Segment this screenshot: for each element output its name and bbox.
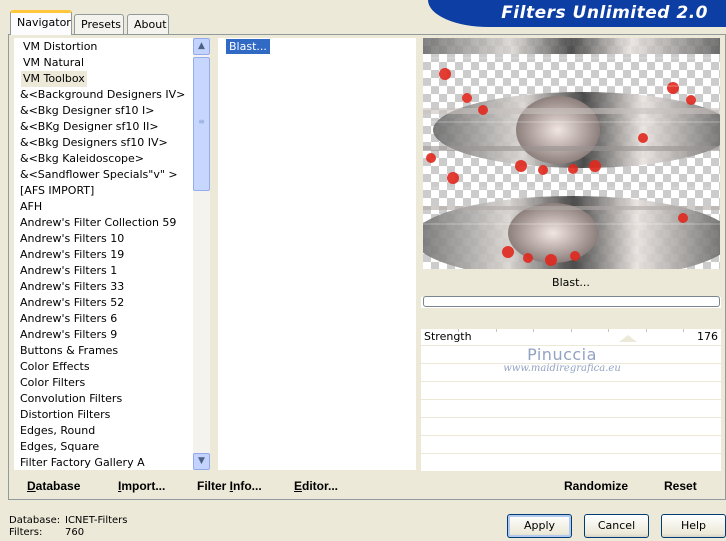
list-item[interactable]: Andrew's Filters 6 [18, 311, 119, 327]
slider-empty [421, 401, 721, 418]
slider-tick [496, 329, 497, 332]
list-item[interactable]: Andrew's Filters 9 [18, 327, 119, 343]
list-item[interactable]: &<Bkg Kaleidoscope> [18, 151, 146, 167]
editor-button[interactable]: Editor... [294, 479, 338, 493]
preview-image [423, 38, 720, 269]
status-database: Database: ICNET-Filters [9, 515, 128, 527]
scroll-up-button[interactable]: ▲ [193, 38, 210, 55]
list-item[interactable]: Buttons & Frames [18, 343, 120, 359]
slider-strength[interactable]: Strength 176 [421, 329, 721, 346]
scroll-thumb[interactable]: ≡ [193, 57, 210, 191]
list-item[interactable]: Filter Factory Gallery A [18, 455, 147, 470]
list-item[interactable]: &<Sandflower Specials"v" > [18, 167, 180, 183]
list-item[interactable]: Edges, Round [18, 423, 97, 439]
status-filters: Filters: 760 [9, 527, 84, 539]
category-list[interactable]: VM Distortion VM Natural VM Toolbox &<Backg… [14, 38, 210, 470]
watermark: Pinuccia www.maidiregrafica.eu [497, 345, 627, 374]
list-item[interactable]: &<BKg Designer sf10 II> [18, 119, 161, 135]
list-item[interactable]: Andrew's Filter Collection 59 [18, 215, 178, 231]
tab-label: Presets [81, 18, 122, 31]
list-item[interactable]: [AFS IMPORT] [18, 183, 96, 199]
tab-label: Navigator [17, 16, 71, 29]
progress-bar [423, 296, 720, 307]
editor-button-mnemonic: E [294, 479, 303, 493]
slider-tick [571, 329, 572, 332]
editor-button-label: ditor... [302, 479, 339, 493]
randomize-button[interactable]: Randomize [564, 479, 628, 493]
slider-empty [421, 437, 721, 454]
filter-info-button[interactable]: Filter Info... [197, 479, 262, 493]
slider-value: 176 [697, 330, 718, 343]
watermark-url: www.maidiregrafica.eu [503, 363, 621, 374]
database-button-label: atabase [35, 479, 81, 493]
status-database-label: Database: [9, 515, 61, 526]
slider-label: Strength [424, 330, 472, 343]
import-button[interactable]: Import... [118, 479, 165, 493]
list-item[interactable]: &<Background Designers IV> [18, 87, 187, 103]
status-database-value: ICNET-Filters [65, 515, 128, 526]
list-item[interactable]: Andrew's Filters 10 [18, 231, 126, 247]
slider-tick [533, 329, 534, 332]
list-item[interactable]: &<Bkg Designer sf10 I> [18, 103, 157, 119]
scroll-down-button[interactable]: ▼ [193, 453, 210, 470]
apply-button[interactable]: Apply [507, 514, 572, 538]
preview-artwork [423, 38, 720, 269]
filter-list[interactable]: Blast... [218, 38, 416, 470]
app-title: Filters Unlimited 2.0 [501, 3, 708, 23]
list-item[interactable]: AFH [18, 199, 44, 215]
database-button[interactable]: Database [27, 479, 80, 493]
status-filters-value: 760 [65, 527, 85, 538]
tab-about[interactable]: About [127, 14, 169, 34]
slider-tick [608, 329, 609, 332]
slider-empty [421, 455, 721, 472]
cancel-button[interactable]: Cancel [584, 514, 649, 538]
import-button-label: mport... [121, 479, 166, 493]
filter-info-button-label: nfo... [233, 479, 262, 493]
watermark-name: Pinuccia [527, 345, 597, 364]
slider-tick [646, 329, 647, 332]
filter-info-button-prefix: Filter [197, 479, 230, 493]
list-item[interactable]: VM Toolbox [21, 71, 87, 87]
help-button[interactable]: Help [661, 514, 726, 538]
header-banner: Filters Unlimited 2.0 [428, 0, 726, 27]
list-item[interactable]: Distortion Filters [18, 407, 112, 423]
list-item[interactable]: Andrew's Filters 52 [18, 295, 126, 311]
slider-tick [683, 329, 684, 332]
list-item[interactable]: Andrew's Filters 19 [18, 247, 126, 263]
list-item[interactable]: Color Filters [18, 375, 87, 391]
list-item[interactable]: Edges, Square [18, 439, 101, 455]
slider-empty [421, 419, 721, 436]
tab-label: About [134, 18, 167, 31]
slider-empty [421, 383, 721, 400]
category-scrollbar[interactable]: ▲ ≡ ▼ [193, 38, 210, 470]
list-item[interactable]: Convolution Filters [18, 391, 124, 407]
database-button-mnemonic: D [27, 479, 36, 493]
tab-navigator[interactable]: Navigator [10, 10, 72, 35]
status-filters-label: Filters: [9, 527, 43, 538]
list-item[interactable]: Color Effects [18, 359, 92, 375]
tab-presets[interactable]: Presets [74, 14, 124, 34]
list-item[interactable]: Andrew's Filters 33 [18, 279, 126, 295]
list-item[interactable]: &<Bkg Designers sf10 IV> [18, 135, 170, 151]
slider-thumb[interactable] [619, 335, 637, 342]
list-item[interactable]: Andrew's Filters 1 [18, 263, 119, 279]
gap-strip [421, 308, 721, 329]
list-item[interactable]: VM Distortion [21, 39, 99, 55]
preview-filter-name: Blast... [421, 269, 721, 297]
list-item[interactable]: VM Natural [21, 55, 86, 71]
reset-button[interactable]: Reset [664, 479, 697, 493]
filter-item-selected[interactable]: Blast... [226, 39, 270, 54]
